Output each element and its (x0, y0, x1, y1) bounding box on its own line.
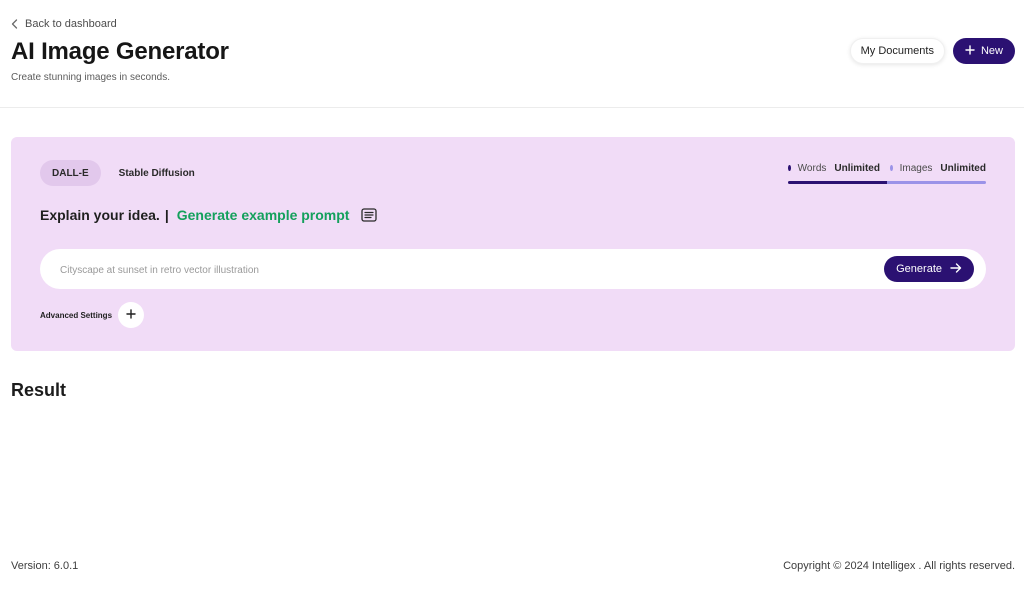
document-lines-icon[interactable] (361, 208, 378, 222)
back-link-label: Back to dashboard (25, 18, 117, 30)
prompt-box: Generate (40, 249, 986, 291)
new-button-label: New (980, 45, 1003, 57)
tab-label: Stable Diffusion (118, 167, 195, 179)
version-text: Version: 6.0.1 (11, 560, 79, 572)
page-subtitle: Create stunning images in seconds. (11, 72, 170, 83)
header-actions: My Documents New (849, 38, 1015, 64)
page-header: Back to dashboard AI Image Generator Cre… (0, 0, 1024, 108)
prompt-heading-text: Explain your idea. (40, 207, 160, 223)
prompt-input[interactable] (58, 249, 862, 291)
model-tabs: DALL-E Stable Diffusion (40, 160, 207, 186)
advanced-settings-toggle[interactable] (118, 302, 145, 328)
arrow-right-icon (950, 262, 962, 276)
advanced-settings-label: Advanced Settings (40, 310, 113, 320)
page-title: AI Image Generator (11, 38, 229, 65)
new-button[interactable]: New (952, 38, 1015, 64)
generate-button-label: Generate (896, 263, 942, 275)
words-label: Words (797, 162, 827, 174)
generate-example-prompt-link[interactable]: Generate example prompt (177, 207, 350, 223)
advanced-settings: Advanced Settings (40, 302, 145, 328)
words-usage-segment (788, 181, 887, 184)
chevron-left-icon (11, 19, 19, 29)
generate-button[interactable]: Generate (884, 256, 974, 282)
usage-bar (788, 181, 986, 184)
prompt-heading: Explain your idea. | Generate example pr… (40, 207, 378, 223)
my-documents-label: My Documents (860, 45, 934, 57)
plus-icon (965, 44, 975, 58)
my-documents-button[interactable]: My Documents (849, 38, 945, 64)
plus-icon (126, 309, 136, 321)
tab-dall-e[interactable]: DALL-E (40, 160, 101, 186)
images-dot (889, 165, 893, 171)
generator-panel: DALL-E Stable Diffusion Words Unlimited … (11, 137, 1015, 351)
result-title: Result (11, 380, 67, 400)
images-usage-segment (887, 181, 986, 184)
tab-label: DALL-E (52, 167, 89, 179)
words-value: Unlimited (834, 162, 880, 174)
words-dot (788, 165, 791, 171)
usage-indicator: Words Unlimited Images Unlimited (788, 161, 986, 184)
images-value: Unlimited (940, 162, 986, 174)
heading-separator: | (164, 207, 169, 223)
images-label: Images (899, 162, 933, 174)
tab-stable-diffusion[interactable]: Stable Diffusion (107, 160, 207, 186)
copyright-text: Copyright © 2024 Intelligex . All rights… (783, 560, 1015, 572)
back-to-dashboard-link[interactable]: Back to dashboard (11, 16, 117, 32)
